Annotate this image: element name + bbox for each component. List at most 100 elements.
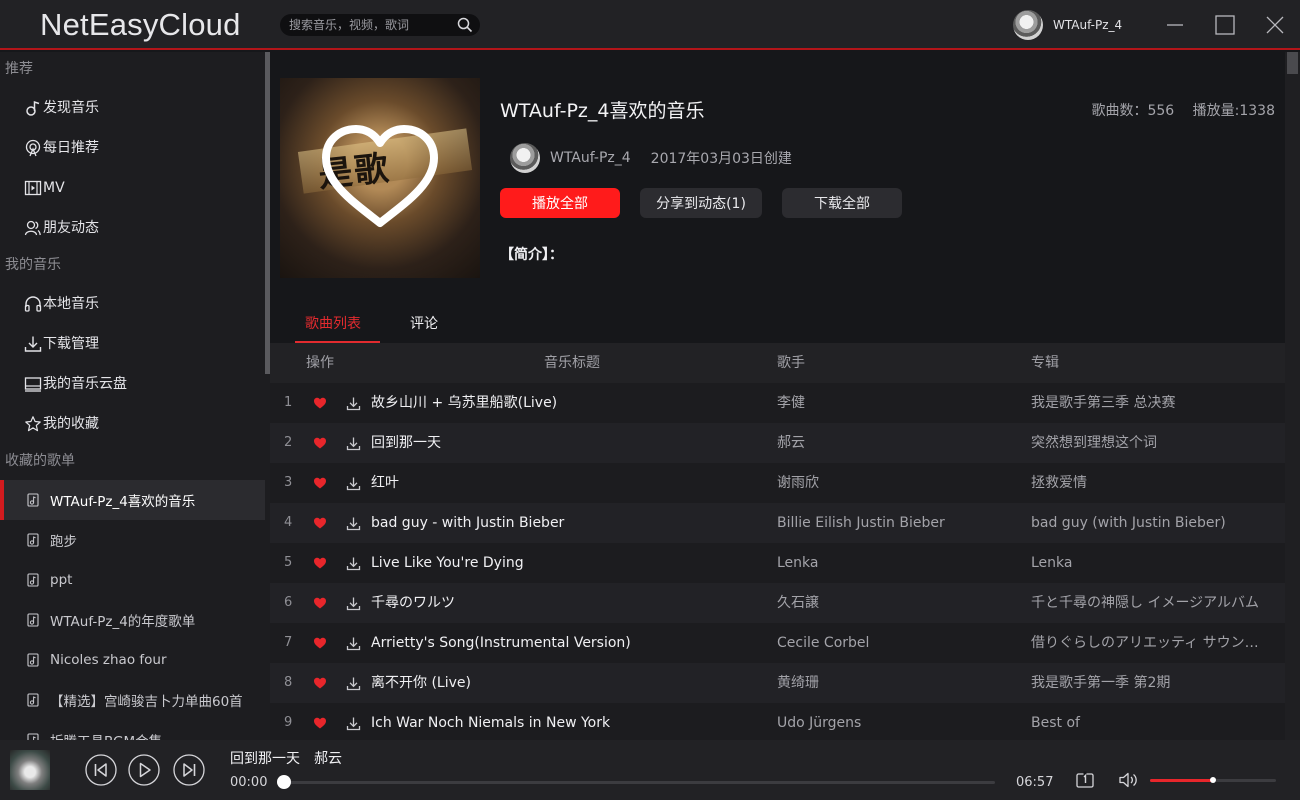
minimize-button[interactable] (1160, 10, 1190, 40)
download-icon[interactable] (346, 516, 361, 531)
playlist-item[interactable]: Nicoles zhao four (0, 640, 265, 680)
song-album[interactable]: 突然想到理想这个词 (1031, 423, 1279, 463)
table-row[interactable]: 8 离不开你 (Live) 黄绮珊 我是歌手第一季 第2期 (270, 663, 1285, 703)
play-mode-icon[interactable] (1075, 770, 1095, 790)
header-title[interactable]: 音乐标题 (544, 343, 600, 383)
like-heart-icon[interactable] (313, 596, 327, 610)
playlist-item[interactable]: 折腾工具BGM合集 (0, 720, 265, 740)
track-number: 8 (284, 675, 293, 690)
table-row[interactable]: 2 回到那一天 郝云 突然想到理想这个词 (270, 423, 1285, 463)
playlist-item[interactable]: 跑步 (0, 520, 265, 560)
download-icon[interactable] (346, 396, 361, 411)
like-heart-icon[interactable] (313, 396, 327, 410)
song-artist[interactable]: 谢雨欣 (777, 463, 1017, 503)
scrollbar-thumb[interactable] (1287, 52, 1298, 74)
sidebar-item-daily[interactable]: 每日推荐 (0, 128, 265, 168)
tab-comments[interactable]: 评论 (410, 310, 438, 343)
search-icon[interactable] (457, 17, 473, 33)
sidebar-item-local[interactable]: 本地音乐 (0, 284, 265, 324)
sidebar-item-label: 发现音乐 (43, 100, 99, 116)
playlist-item[interactable]: 【精选】宫崎骏吉卜力单曲60首 (0, 680, 265, 720)
volume-slider[interactable] (1150, 777, 1276, 783)
table-row[interactable]: 6 千尋のワルツ 久石譲 千と千尋の神隠し イメージアルバム (270, 583, 1285, 623)
search-input[interactable] (289, 16, 454, 34)
sidebar-item-friends[interactable]: 朋友动态 (0, 208, 265, 248)
section-title-collected: 收藏的歌单 (5, 453, 75, 469)
table-row[interactable]: 3 红叶 谢雨欣 拯救爱情 (270, 463, 1285, 503)
song-artist[interactable]: 郝云 (777, 423, 1017, 463)
next-button[interactable] (173, 754, 205, 786)
sidebar-item-downloads[interactable]: 下载管理 (0, 324, 265, 364)
download-icon[interactable] (346, 676, 361, 691)
main-content: 是歌 WTAuf-Pz_4喜欢的音乐 歌曲数：556 播放量:1338 WTAu… (270, 52, 1300, 740)
playlist-icon (26, 693, 40, 707)
song-artist[interactable]: 李健 (777, 383, 1017, 423)
sidebar-item-cloud[interactable]: 我的音乐云盘 (0, 364, 265, 404)
header-album[interactable]: 专辑 (1031, 343, 1059, 383)
search-box[interactable] (280, 14, 480, 36)
like-heart-icon[interactable] (313, 556, 327, 570)
play-all-button[interactable]: 播放全部 (500, 188, 620, 218)
avatar[interactable] (1013, 10, 1043, 40)
like-heart-icon[interactable] (313, 716, 327, 730)
like-heart-icon[interactable] (313, 436, 327, 450)
playlist-item[interactable]: WTAuf-Pz_4喜欢的音乐 (0, 480, 265, 520)
table-row[interactable]: 4 bad guy - with Justin Bieber Billie Ei… (270, 503, 1285, 543)
song-album[interactable]: Best of (1031, 703, 1279, 740)
previous-button[interactable] (85, 754, 117, 786)
play-button[interactable] (128, 754, 160, 786)
playlist-item[interactable]: ppt (0, 560, 265, 600)
creator-name[interactable]: WTAuf-Pz_4 (550, 150, 631, 166)
song-artist[interactable]: 久石譲 (777, 583, 1017, 623)
song-title: 故乡山川 + 乌苏里船歌(Live) (371, 395, 558, 411)
song-album[interactable]: bad guy (with Justin Bieber) (1031, 503, 1279, 543)
now-playing-cover[interactable] (10, 750, 50, 790)
song-artist[interactable]: Cecile Corbel (777, 623, 1017, 663)
progress-bar[interactable] (277, 775, 995, 789)
download-icon[interactable] (346, 596, 361, 611)
table-row[interactable]: 7 Arrietty's Song(Instrumental Version) … (270, 623, 1285, 663)
user-menu[interactable]: WTAuf-Pz_4 (1013, 10, 1122, 40)
table-row[interactable]: 1 故乡山川 + 乌苏里船歌(Live) 李健 我是歌手第三季 总决赛 (270, 383, 1285, 423)
song-artist[interactable]: Udo Jürgens (777, 703, 1017, 740)
app-logo[interactable]: NetEasyCloud (40, 7, 241, 43)
table-row[interactable]: 9 Ich War Noch Niemals in New York Udo J… (270, 703, 1285, 740)
download-icon[interactable] (346, 636, 361, 651)
sidebar-item-discover[interactable]: 发现音乐 (0, 88, 265, 128)
download-icon[interactable] (346, 716, 361, 731)
progress-handle[interactable] (277, 775, 291, 789)
like-heart-icon[interactable] (313, 516, 327, 530)
song-album[interactable]: 借りぐらしのアリエッティ サウン… (1031, 623, 1279, 663)
like-heart-icon[interactable] (313, 676, 327, 690)
song-album[interactable]: 我是歌手第一季 第2期 (1031, 663, 1279, 703)
song-artist[interactable]: 黄绮珊 (777, 663, 1017, 703)
tab-song-list[interactable]: 歌曲列表 (295, 310, 380, 343)
table-row[interactable]: 5 Live Like You're Dying Lenka Lenka (270, 543, 1285, 583)
sidebar-item-collection[interactable]: 我的收藏 (0, 404, 265, 444)
download-icon[interactable] (346, 476, 361, 491)
like-heart-icon[interactable] (313, 476, 327, 490)
main-scrollbar[interactable] (1285, 52, 1300, 740)
header-artist[interactable]: 歌手 (777, 343, 805, 383)
song-artist[interactable]: Lenka (777, 543, 1017, 583)
username[interactable]: WTAuf-Pz_4 (1053, 18, 1122, 32)
song-album[interactable]: Lenka (1031, 543, 1279, 583)
like-heart-icon[interactable] (313, 636, 327, 650)
download-icon[interactable] (346, 436, 361, 451)
song-album[interactable]: 我是歌手第三季 总决赛 (1031, 383, 1279, 423)
song-album[interactable]: 千と千尋の神隠し イメージアルバム (1031, 583, 1279, 623)
volume-handle[interactable] (1210, 777, 1216, 783)
playlist-item[interactable]: WTAuf-Pz_4的年度歌单 (0, 600, 265, 640)
now-playing-artist[interactable]: 郝云 (314, 751, 342, 767)
sidebar-item-mv[interactable]: MV (0, 168, 265, 208)
share-button[interactable]: 分享到动态(1) (640, 188, 762, 218)
song-artist[interactable]: Billie Eilish Justin Bieber (777, 503, 1017, 543)
song-album[interactable]: 拯救爱情 (1031, 463, 1279, 503)
close-button[interactable] (1260, 10, 1290, 40)
download-all-button[interactable]: 下载全部 (782, 188, 902, 218)
download-icon[interactable] (346, 556, 361, 571)
maximize-button[interactable] (1210, 10, 1240, 40)
playlist-icon (26, 733, 40, 740)
creator-avatar[interactable] (510, 143, 540, 173)
volume-icon[interactable] (1118, 771, 1138, 789)
